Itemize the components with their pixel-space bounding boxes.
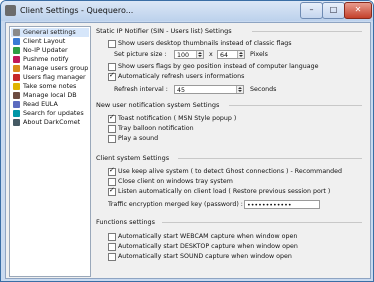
sidebar-item-label: Search for updates <box>23 109 84 117</box>
picture-size-label: Set picture size : <box>114 51 167 58</box>
picture-size-x: x <box>209 51 213 58</box>
interval-spin-buttons[interactable] <box>236 86 243 93</box>
geo-flags-label: Show users flags by geo position instead… <box>118 63 319 70</box>
sidebar-item-manage-users-group[interactable]: Manage users group <box>11 64 89 73</box>
sidebar-item-label: Manage users group <box>23 64 89 72</box>
picture-height-input[interactable]: 64 <box>217 50 245 59</box>
traffic-key-input[interactable]: •••••••••••• <box>244 200 320 209</box>
static-ip-section-heading: Static IP Notifier (SIN - Users list) Se… <box>96 27 232 35</box>
toast-checkbox[interactable] <box>108 113 116 123</box>
users-icon <box>13 65 20 72</box>
sidebar-item-label: Manage local DB <box>23 91 77 99</box>
flag-icon <box>13 74 20 81</box>
traffic-key-value: •••••••••••• <box>247 202 292 209</box>
refresh-interval-value: 45 <box>177 87 186 94</box>
functions-section-heading: Functions settings <box>96 218 156 226</box>
sidebar-item-label: No-IP Updater <box>23 46 68 54</box>
client-settings-window: Client Settings - Quequero... – □ ✕ Gene… <box>0 0 374 282</box>
listen-auto-checkbox[interactable] <box>108 186 116 196</box>
section-divider <box>178 158 362 159</box>
refresh-interval-unit: Seconds <box>250 86 277 93</box>
picture-width-value: 100 <box>177 52 190 59</box>
section-divider <box>162 222 362 223</box>
title-bar[interactable]: Client Settings - Quequero... – □ ✕ <box>1 1 373 21</box>
settings-sidebar[interactable]: General settings Client Layout No-IP Upd… <box>9 26 91 277</box>
info-icon <box>13 119 20 126</box>
picture-size-unit: Pixels <box>250 51 268 58</box>
thumbnails-checkbox[interactable] <box>108 40 116 48</box>
sidebar-item-read-eula[interactable]: Read EULA <box>11 100 89 109</box>
desktop-checkbox[interactable] <box>108 243 116 251</box>
sidebar-item-label: Users flag manager <box>23 73 86 81</box>
balloon-label: Tray balloon notification <box>118 125 194 132</box>
sidebar-item-label: Pushme notify <box>23 55 69 63</box>
toast-label: Toast notification ( MSN Style popup ) <box>118 115 237 122</box>
close-tray-label: Close client on windows tray system <box>118 178 233 185</box>
refresh-interval-label: Refresh interval : <box>114 86 168 93</box>
client-system-section-heading: Client system Settings <box>96 154 170 162</box>
geo-flags-checkbox[interactable] <box>108 63 116 71</box>
layout-icon <box>13 38 20 45</box>
database-icon <box>13 92 20 99</box>
globe-icon <box>13 47 20 54</box>
close-button[interactable]: ✕ <box>344 2 372 19</box>
sidebar-item-label: General settings <box>23 28 76 36</box>
minimize-button[interactable]: – <box>300 2 323 19</box>
webcam-checkbox[interactable] <box>108 233 116 241</box>
app-icon <box>5 5 16 16</box>
sidebar-item-take-some-notes[interactable]: Take some notes <box>11 82 89 91</box>
section-divider <box>252 31 362 32</box>
desktop-label: Automatically start DESKTOP capture when… <box>118 243 298 250</box>
auto-refresh-label: Automaticaly refresh users informations <box>118 73 245 80</box>
gear-icon <box>13 29 20 36</box>
height-spin-buttons[interactable] <box>237 51 244 58</box>
sidebar-item-users-flag-manager[interactable]: Users flag manager <box>11 73 89 82</box>
listen-auto-label: Listen automatically on client load ( Re… <box>118 188 331 195</box>
sound-capture-checkbox[interactable] <box>108 253 116 261</box>
sidebar-item-manage-local-db[interactable]: Manage local DB <box>11 91 89 100</box>
picture-height-value: 64 <box>220 52 229 59</box>
sidebar-item-label: Read EULA <box>23 100 58 108</box>
settings-panel: Static IP Notifier (SIN - Users list) Se… <box>92 26 367 275</box>
client-area: General settings Client Layout No-IP Upd… <box>5 22 371 279</box>
traffic-key-label: Traffic encryption merged key (password)… <box>108 201 243 208</box>
sound-capture-label: Automatically start SOUND capture when w… <box>118 253 292 260</box>
section-divider <box>229 105 362 106</box>
maximize-button[interactable]: □ <box>322 2 345 19</box>
close-tray-checkbox[interactable] <box>108 178 116 186</box>
notes-icon <box>13 83 20 90</box>
new-user-section-heading: New user notification system Settings <box>96 101 220 109</box>
search-icon <box>13 110 20 117</box>
webcam-label: Automatically start WEBCAM capture when … <box>118 233 298 240</box>
picture-width-input[interactable]: 100 <box>174 50 204 59</box>
document-icon <box>13 101 20 108</box>
sidebar-item-pushme-notify[interactable]: Pushme notify <box>11 55 89 64</box>
keep-alive-checkbox[interactable] <box>108 166 116 176</box>
sidebar-item-no-ip-updater[interactable]: No-IP Updater <box>11 46 89 55</box>
auto-refresh-checkbox[interactable] <box>108 71 116 81</box>
sidebar-item-label: About DarkComet <box>23 118 81 126</box>
balloon-checkbox[interactable] <box>108 125 116 133</box>
sidebar-item-search-for-updates[interactable]: Search for updates <box>11 109 89 118</box>
sidebar-item-client-layout[interactable]: Client Layout <box>11 37 89 46</box>
sidebar-item-general-settings[interactable]: General settings <box>11 28 89 37</box>
sidebar-item-label: Client Layout <box>23 37 66 45</box>
thumbnails-label: Show users desktop thumbnails instead of… <box>118 40 292 47</box>
sidebar-item-label: Take some notes <box>23 82 77 90</box>
refresh-interval-input[interactable]: 45 <box>174 85 244 94</box>
play-sound-checkbox[interactable] <box>108 135 116 143</box>
bell-icon <box>13 56 20 63</box>
play-sound-label: Play a sound <box>118 135 159 142</box>
window-title: Client Settings - Quequero... <box>20 6 134 15</box>
width-spin-buttons[interactable] <box>196 51 203 58</box>
keep-alive-label: Use keep alive system ( to detect Ghost … <box>118 168 343 175</box>
sidebar-item-about-darkcomet[interactable]: About DarkComet <box>11 118 89 127</box>
